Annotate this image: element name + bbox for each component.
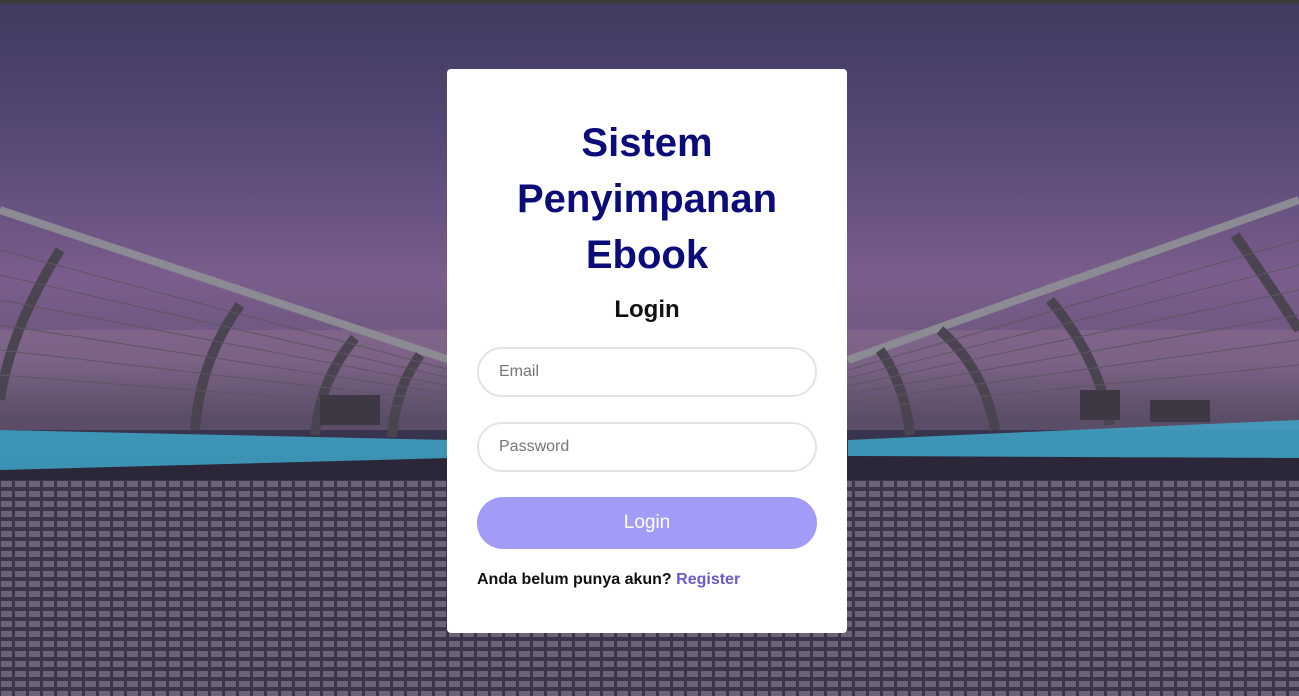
login-button[interactable]: Login: [477, 497, 817, 549]
register-prompt: Anda belum punya akun?: [477, 571, 672, 588]
register-link[interactable]: Register: [676, 571, 740, 588]
email-field[interactable]: [477, 347, 817, 397]
page-title: Sistem Penyimpanan Ebook: [516, 121, 778, 277]
browser-top-edge: [0, 0, 1299, 4]
login-card: Sistem Penyimpanan Ebook Login Login And…: [447, 69, 847, 633]
register-row: Anda belum punya akun? Register: [477, 571, 817, 589]
login-heading: Login: [614, 296, 680, 323]
password-field[interactable]: [477, 422, 817, 472]
